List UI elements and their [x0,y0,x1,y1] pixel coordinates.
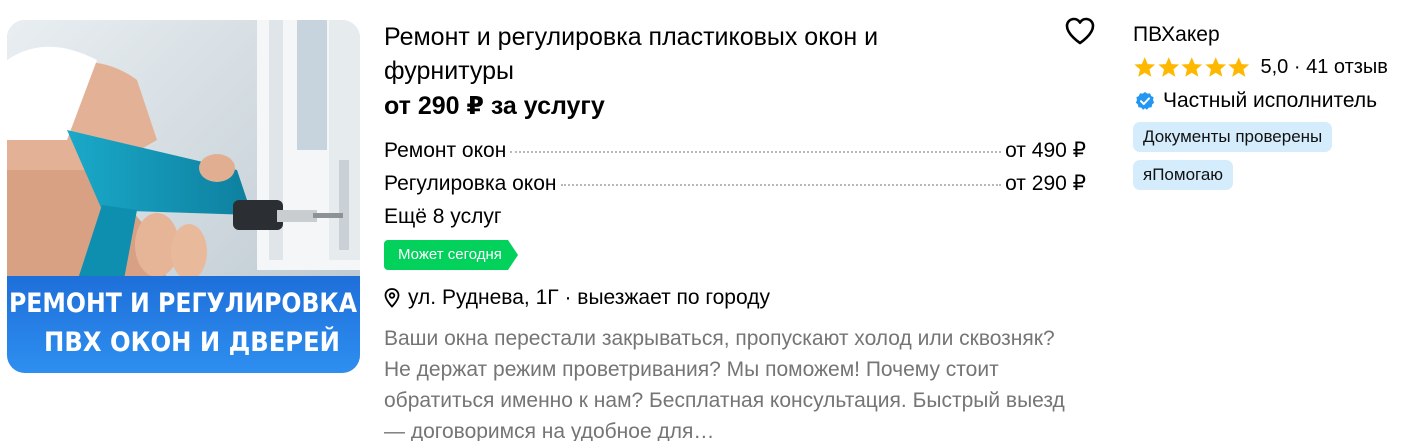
star-icon [1181,57,1203,77]
documents-verified-badge[interactable]: Документы проверены [1133,122,1333,152]
seller-name[interactable]: ПВХакер [1133,20,1417,50]
service-row: Ремонт окон от 490 ₽ [384,134,1086,167]
service-name: Регулировка окон [384,172,557,195]
photo-banner-line2: ПВХ ОКОН И ДВЕРЕЙ [44,326,340,358]
service-row: Регулировка окон от 290 ₽ [384,167,1086,200]
address-row: ул. Руднева, 1Г · выезжает по городу [384,283,1094,313]
service-dots [510,151,1002,153]
star-icon [1204,57,1226,77]
listing-title[interactable]: Ремонт и регулировка пластиковых окон и … [384,20,984,88]
rating-and-reviews[interactable]: 5,0 · 41 отзыв [1261,56,1388,79]
star-icon [1157,57,1179,77]
services-list: Ремонт окон от 490 ₽ Регулировка окон от… [384,134,1086,233]
seller-type-label: Частный исполнитель [1163,89,1378,112]
yapomogayu-badge[interactable]: яПомогаю [1133,160,1234,190]
listing-price: от 290 ₽ за услугу [384,92,605,120]
star-icon [1134,57,1156,77]
service-price: от 490 ₽ [1005,139,1086,162]
service-price: от 290 ₽ [1005,172,1086,195]
service-dots [560,184,1002,186]
listing-photo[interactable]: РЕМОНТ И РЕГУЛИРОВКА ПВХ ОКОН И ДВЕРЕЙ [7,20,360,373]
seller-type: Частный исполнитель [1133,86,1417,116]
seller-rating[interactable]: 5,0 · 41 отзыв [1133,52,1417,82]
listing-card[interactable]: РЕМОНТ И РЕГУЛИРОВКА ПВХ ОКОН И ДВЕРЕЙ Р… [0,0,1417,441]
star-icon [1228,57,1250,77]
service-name: Ремонт окон [384,139,507,162]
address-text: ул. Руднева, 1Г · выезжает по городу [408,286,770,309]
available-today-badge: Может сегодня [384,240,518,270]
seller-panel: ПВХакер 5,0 · 41 отзыв Частный исполните… [1133,20,1417,190]
verified-badge-icon [1135,92,1155,110]
rating-stars [1133,56,1251,78]
more-services-link[interactable]: Ещё 8 услуг [384,200,1086,233]
photo-illustration: РЕМОНТ И РЕГУЛИРОВКА ПВХ ОКОН И ДВЕРЕЙ [7,20,360,373]
heart-outline-icon[interactable] [1064,16,1096,46]
available-today-label: Может сегодня [384,240,508,270]
listing-info: Ремонт и регулировка пластиковых окон и … [384,20,1094,441]
badge-tip [507,240,518,270]
location-pin-icon [384,288,400,308]
listing-description: Ваши окна перестали закрываться, пропуск… [384,327,1065,441]
photo-banner-line1: РЕМОНТ И РЕГУЛИРОВКА [9,288,357,319]
